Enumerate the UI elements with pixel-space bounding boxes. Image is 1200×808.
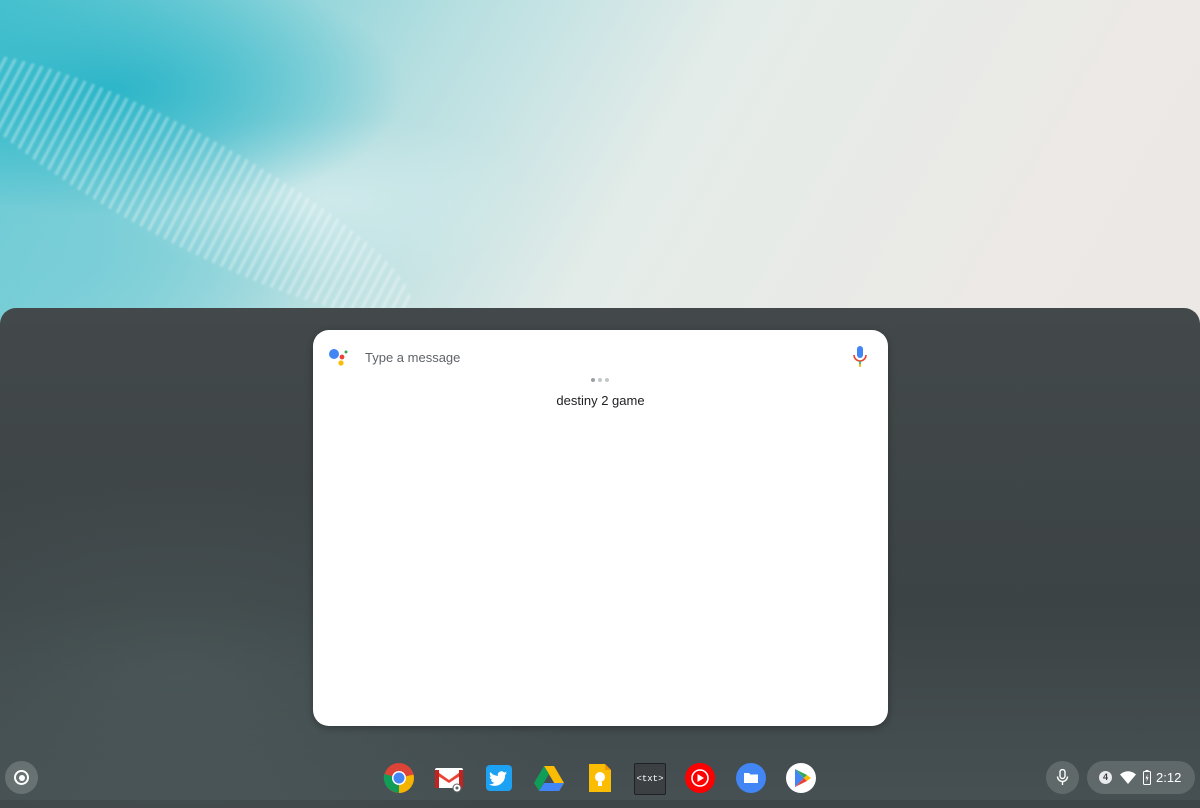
google-assistant-icon (329, 349, 348, 366)
status-tray[interactable]: 4 2:12 (1087, 761, 1195, 794)
mic-icon (1056, 769, 1069, 785)
wifi-icon (1120, 771, 1136, 784)
thinking-indicator (591, 378, 609, 382)
youtube-music-icon[interactable] (684, 762, 716, 794)
assistant-panel: destiny 2 game (313, 330, 888, 726)
files-icon[interactable] (735, 762, 767, 794)
mic-icon[interactable] (850, 345, 870, 369)
launcher-circle-icon (14, 770, 29, 785)
keep-icon[interactable] (583, 762, 615, 794)
shelf: <txt> 4 2:12 (0, 756, 1200, 800)
battery-icon (1143, 770, 1151, 785)
drive-icon[interactable] (533, 762, 565, 794)
clock: 2:12 (1156, 770, 1182, 785)
message-input[interactable] (363, 344, 807, 370)
text-editor-icon[interactable]: <txt> (634, 763, 666, 795)
launcher-button[interactable] (5, 761, 38, 794)
gmail-icon[interactable] (433, 762, 465, 794)
query-text: destiny 2 game (556, 393, 645, 408)
play-store-icon[interactable] (785, 762, 817, 794)
text-editor-label: <txt> (636, 774, 664, 784)
notification-count-badge: 4 (1099, 771, 1112, 784)
wallpaper-foam (0, 14, 436, 356)
shelf-mic-button[interactable] (1046, 761, 1079, 794)
chrome-icon[interactable] (383, 762, 415, 794)
twitter-icon[interactable] (483, 762, 515, 794)
